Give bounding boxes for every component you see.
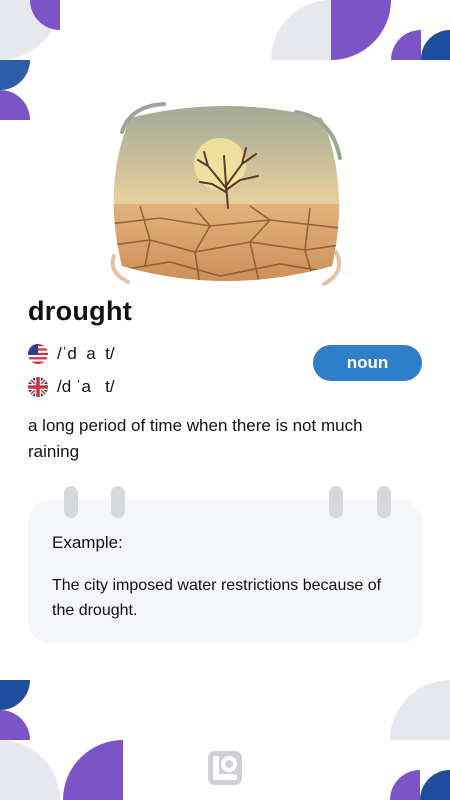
- corner-decoration: [0, 740, 60, 800]
- part-of-speech-badge: noun: [313, 345, 422, 381]
- example-label: Example:: [52, 533, 123, 552]
- corner-decoration: [390, 680, 450, 740]
- corner-decoration: [63, 740, 123, 800]
- headword: drought: [28, 296, 133, 326]
- drought-illustration: [110, 102, 342, 286]
- us-flag-icon: [28, 344, 48, 364]
- binder-ring: [111, 486, 125, 518]
- corner-decoration: [390, 770, 420, 800]
- corner-decoration: [421, 30, 450, 60]
- binder-ring: [377, 486, 391, 518]
- example-card: Example: The city imposed water restrict…: [28, 500, 422, 643]
- uk-flag-icon: [28, 377, 48, 397]
- corner-decoration: [0, 60, 30, 90]
- corner-decoration: [0, 680, 30, 710]
- corner-decoration: [420, 770, 450, 800]
- ipa-uk: /d ˈa t/: [57, 377, 115, 396]
- corner-decoration: [271, 0, 331, 60]
- binder-ring: [329, 486, 343, 518]
- corner-decoration: [391, 30, 421, 60]
- corner-decoration: [0, 710, 30, 740]
- definition-text: a long period of time when there is not …: [28, 416, 363, 461]
- ipa-us: /ˈd a t/: [57, 344, 115, 363]
- corner-decoration: [331, 0, 391, 60]
- example-text: The city imposed water restrictions beca…: [52, 577, 382, 619]
- binder-ring: [64, 486, 78, 518]
- corner-decoration: [0, 90, 30, 120]
- pronunciation-us[interactable]: /ˈd a t/: [28, 344, 115, 364]
- pronunciation-uk[interactable]: /d ˈa t/: [28, 377, 115, 397]
- app-logo-icon: [208, 751, 242, 785]
